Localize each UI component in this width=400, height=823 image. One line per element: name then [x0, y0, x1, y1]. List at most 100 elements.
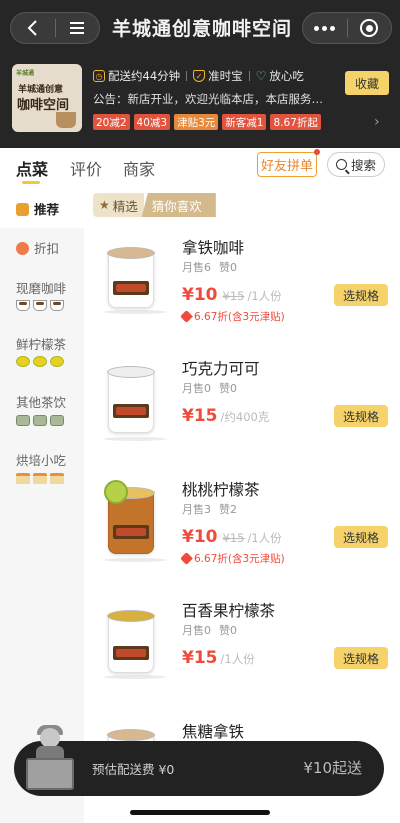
- chevron-right-icon[interactable]: ›: [374, 114, 380, 130]
- product-meta: 月售6 赞0: [182, 259, 245, 275]
- group-order-button[interactable]: 好友拼单: [257, 152, 317, 177]
- monthly-sales: 月售0: [182, 382, 211, 395]
- product-price: ¥10 ¥15/1人份: [182, 527, 282, 547]
- hamburger-menu-icon: [70, 22, 85, 34]
- price-unit: /1人份: [247, 531, 282, 545]
- product-item[interactable]: 拿铁咖啡 月售6 赞0 ¥10 ¥15/1人份 6.67折(含3元津贴) 选规格: [84, 236, 400, 356]
- product-name: 拿铁咖啡: [182, 239, 245, 257]
- discount-info: 6.67折(含3元津贴): [180, 551, 285, 566]
- product-name: 桃桃柠檬茶: [182, 481, 260, 499]
- more-dots-icon: [314, 25, 336, 31]
- search-button[interactable]: 搜索: [327, 152, 385, 177]
- min-order: ¥10起送: [303, 759, 362, 777]
- star-icon: ★: [99, 198, 110, 212]
- cake-icon: [16, 473, 64, 484]
- collect-button[interactable]: 收藏: [345, 71, 389, 95]
- monthly-sales: 月售6: [182, 261, 211, 274]
- recommend-icon: [16, 203, 29, 216]
- sidebar-item-coffee[interactable]: 现磨咖啡: [0, 268, 84, 328]
- likes-count: 赞0: [219, 382, 237, 395]
- passion-fruit-tea-icon: [107, 610, 155, 673]
- likes-count: 赞0: [219, 261, 237, 274]
- cocoa-cup-icon: [107, 366, 155, 433]
- nav-capsule: [10, 12, 100, 44]
- tag-icon: [180, 552, 193, 565]
- promo-tag: 新客减1: [222, 114, 267, 130]
- logo-line2: 咖啡空间: [17, 98, 70, 113]
- sidebar-item-bakery[interactable]: 烘培小吃: [0, 448, 84, 508]
- sidebar-item-label: 烘培小吃: [16, 453, 67, 468]
- sidebar-item-label: 鲜柠檬茶: [16, 337, 67, 352]
- monthly-sales: 月售3: [182, 503, 211, 516]
- product-image: [94, 240, 170, 320]
- promo-tag: 20减2: [93, 114, 130, 130]
- product-meta: 月售0 赞0: [182, 622, 245, 638]
- info-divider: [248, 71, 250, 81]
- logo-brand: 羊城通: [16, 70, 35, 77]
- shield-icon: ✓: [193, 70, 206, 82]
- delivery-person-icon[interactable]: [22, 722, 80, 796]
- tab-indicator: [22, 181, 40, 184]
- info-divider: [186, 71, 188, 81]
- price-unit: /约400克: [220, 410, 270, 424]
- home-indicator: [130, 810, 270, 815]
- page-title: 羊城通创意咖啡空间: [112, 18, 293, 40]
- store-notice[interactable]: 公告：新店开业，欢迎光临本店，本店服务至...: [93, 91, 333, 107]
- product-name: 焦糖拿铁: [182, 723, 245, 741]
- price-unit: /1人份: [247, 289, 282, 303]
- store-logo: 羊城通 羊城通创意 咖啡空间: [12, 64, 82, 132]
- product-price: ¥15/约400克: [182, 406, 269, 426]
- clock-icon: ◷: [93, 70, 105, 82]
- back-button[interactable]: [11, 13, 55, 43]
- promo-tags[interactable]: 20减2 40减3 津贴3元 新客减1 8.67折起: [93, 114, 321, 130]
- sidebar-item-label: 现磨咖啡: [16, 281, 67, 296]
- choose-spec-button[interactable]: 选规格: [334, 284, 388, 306]
- current-price: ¥15: [182, 648, 218, 668]
- product-item[interactable]: 桃桃柠檬茶 月售3 赞2 ¥10 ¥15/1人份 6.67折(含3元津贴) 选规格: [84, 478, 400, 598]
- section-header: ★ 精选 猜你喜欢: [93, 193, 216, 217]
- lemon-icon: [16, 356, 64, 367]
- ontime-guarantee[interactable]: 准时宝: [208, 68, 243, 84]
- store-header: 羊城通创意咖啡空间 羊城通 羊城通创意 咖啡空间 ◷ 配送约44分钟 ✓ 准时宝…: [0, 0, 400, 148]
- sidebar-item-lemon-tea[interactable]: 鲜柠檬茶: [0, 328, 84, 388]
- product-image: [94, 603, 170, 683]
- sidebar-item-label: 推荐: [34, 202, 60, 217]
- target-icon: [360, 19, 379, 37]
- sidebar-item-recommend[interactable]: 推荐: [0, 188, 84, 228]
- tab-order[interactable]: 点菜: [16, 156, 48, 180]
- product-name: 巧克力可可: [182, 360, 260, 378]
- guess-you-like-label: 猜你喜欢: [141, 193, 216, 217]
- heart-icon: ♡: [255, 69, 267, 83]
- safe-eat[interactable]: 放心吃: [269, 68, 304, 84]
- current-price: ¥10: [182, 285, 218, 305]
- product-meta: 月售0 赞0: [182, 380, 245, 396]
- monthly-sales: 月售0: [182, 624, 211, 637]
- product-meta: 月售3 赞2: [182, 501, 245, 517]
- choose-spec-button[interactable]: 选规格: [334, 647, 388, 669]
- discount-icon: [16, 242, 29, 255]
- choose-spec-button[interactable]: 选规格: [334, 526, 388, 548]
- miniapp-capsule: [302, 12, 392, 44]
- tag-icon: [180, 310, 193, 323]
- sidebar-item-other-tea[interactable]: 其他茶饮: [0, 388, 84, 448]
- menu-button[interactable]: [56, 13, 100, 43]
- more-button[interactable]: [303, 13, 347, 43]
- product-item[interactable]: 百香果柠檬茶 月售0 赞0 ¥15/1人份 选规格: [84, 599, 400, 719]
- search-label: 搜索: [350, 158, 376, 173]
- delivery-fee: 预估配送费 ¥0: [92, 762, 175, 777]
- original-price: ¥15: [222, 531, 245, 545]
- product-item[interactable]: 巧克力可可 月售0 赞0 ¥15/约400克 选规格: [84, 357, 400, 477]
- sidebar-item-discount[interactable]: 折扣: [0, 228, 84, 268]
- current-price: ¥10: [182, 527, 218, 547]
- promo-tag: 津贴3元: [174, 114, 219, 130]
- discount-text: 6.67折(含3元津贴): [194, 553, 285, 565]
- choose-spec-button[interactable]: 选规格: [334, 405, 388, 427]
- featured-text: 精选: [112, 198, 138, 214]
- discount-info: 6.67折(含3元津贴): [180, 309, 285, 324]
- tab-reviews[interactable]: 评价: [70, 156, 102, 180]
- product-price: ¥15/1人份: [182, 648, 255, 668]
- product-name: 百香果柠檬茶: [182, 602, 276, 620]
- close-miniapp-button[interactable]: [348, 13, 392, 43]
- tab-merchant[interactable]: 商家: [123, 156, 155, 180]
- coffee-cups-icon: [16, 300, 64, 311]
